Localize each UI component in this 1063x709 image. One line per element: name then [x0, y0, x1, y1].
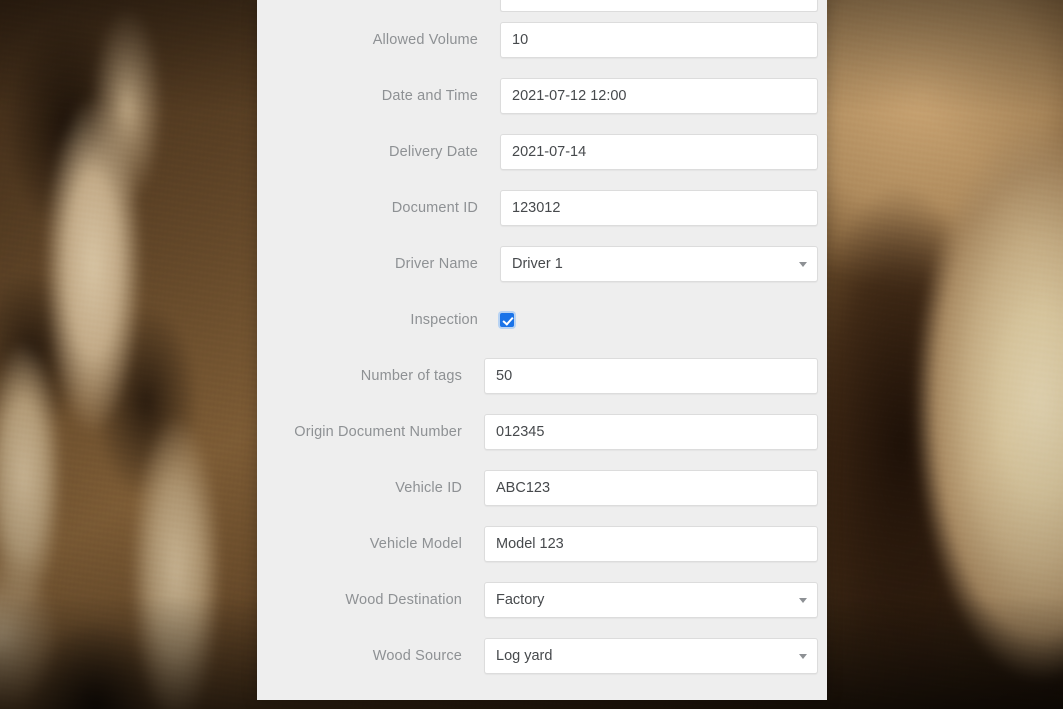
field-control-date-and-time: 2021-07-12 12:00 — [500, 78, 818, 114]
field-control-inspection — [500, 313, 514, 327]
number-of-tags-input[interactable]: 50 — [484, 358, 818, 394]
app-root: Allowed Volume 10 Date and Time 2021-07-12 … — [0, 0, 1063, 709]
vehicle-model-input[interactable]: Model 123 — [484, 526, 818, 562]
form-row-delivery-date: Delivery Date 2021-07-14 — [257, 124, 827, 180]
field-label-vehicle-model: Vehicle Model — [369, 535, 462, 552]
field-label-document-id: Document ID — [391, 199, 478, 216]
field-control-document-id: 123012 — [500, 190, 818, 226]
field-control-driver-name: Driver 1 — [500, 246, 818, 282]
form-row-date-and-time: Date and Time 2021-07-12 12:00 — [257, 68, 827, 124]
form-row-number-of-tags: Number of tags 50 — [257, 348, 827, 404]
field-control-vehicle-id: ABC123 — [484, 470, 818, 506]
field-control-number-of-tags: 50 — [484, 358, 818, 394]
form-row-wood-destination: Wood Destination Factory — [257, 572, 827, 628]
wood-source-select[interactable]: Log yard — [484, 638, 818, 674]
field-control-allowed-volume: 10 — [500, 22, 818, 58]
clipped-field-input[interactable] — [500, 0, 818, 12]
chevron-down-icon[interactable] — [799, 654, 807, 659]
delivery-date-input[interactable]: 2021-07-14 — [500, 134, 818, 170]
delivery-form-panel: Allowed Volume 10 Date and Time 2021-07-12 … — [257, 0, 827, 700]
field-label-wood-source: Wood Source — [372, 647, 462, 664]
origin-document-number-input[interactable]: 012345 — [484, 414, 818, 450]
field-control-wood-destination: Factory — [484, 582, 818, 618]
field-label-number-of-tags: Number of tags — [360, 367, 462, 384]
field-control-clipped — [500, 0, 818, 12]
wood-destination-select[interactable]: Factory — [484, 582, 818, 618]
form-rows-container: Allowed Volume 10 Date and Time 2021-07-12 … — [257, 0, 827, 684]
document-id-input[interactable]: 123012 — [500, 190, 818, 226]
form-row-clipped — [257, 0, 827, 12]
field-control-delivery-date: 2021-07-14 — [500, 134, 818, 170]
field-label-origin-document-number: Origin Document Number — [294, 423, 462, 440]
chevron-down-icon[interactable] — [799, 598, 807, 603]
chevron-down-icon[interactable] — [799, 262, 807, 267]
form-row-inspection: Inspection — [257, 292, 827, 348]
form-row-document-id: Document ID 123012 — [257, 180, 827, 236]
field-label-delivery-date: Delivery Date — [389, 143, 478, 160]
field-label-date-and-time: Date and Time — [381, 87, 478, 104]
field-control-wood-source: Log yard — [484, 638, 818, 674]
field-control-origin-document-number: 012345 — [484, 414, 818, 450]
form-row-driver-name: Driver Name Driver 1 — [257, 236, 827, 292]
form-row-origin-document-number: Origin Document Number 012345 — [257, 404, 827, 460]
vehicle-id-input[interactable]: ABC123 — [484, 470, 818, 506]
form-row-allowed-volume: Allowed Volume 10 — [257, 12, 827, 68]
field-label-driver-name: Driver Name — [394, 255, 478, 272]
inspection-checkbox[interactable] — [500, 313, 514, 327]
field-label-inspection: Inspection — [410, 311, 478, 328]
field-control-vehicle-model: Model 123 — [484, 526, 818, 562]
field-label-wood-destination: Wood Destination — [345, 591, 462, 608]
date-and-time-input[interactable]: 2021-07-12 12:00 — [500, 78, 818, 114]
form-row-vehicle-model: Vehicle Model Model 123 — [257, 516, 827, 572]
form-row-vehicle-id: Vehicle ID ABC123 — [257, 460, 827, 516]
field-label-vehicle-id: Vehicle ID — [395, 479, 462, 496]
allowed-volume-input[interactable]: 10 — [500, 22, 818, 58]
driver-name-select[interactable]: Driver 1 — [500, 246, 818, 282]
field-label-allowed-volume: Allowed Volume — [372, 31, 478, 48]
form-row-wood-source: Wood Source Log yard — [257, 628, 827, 684]
